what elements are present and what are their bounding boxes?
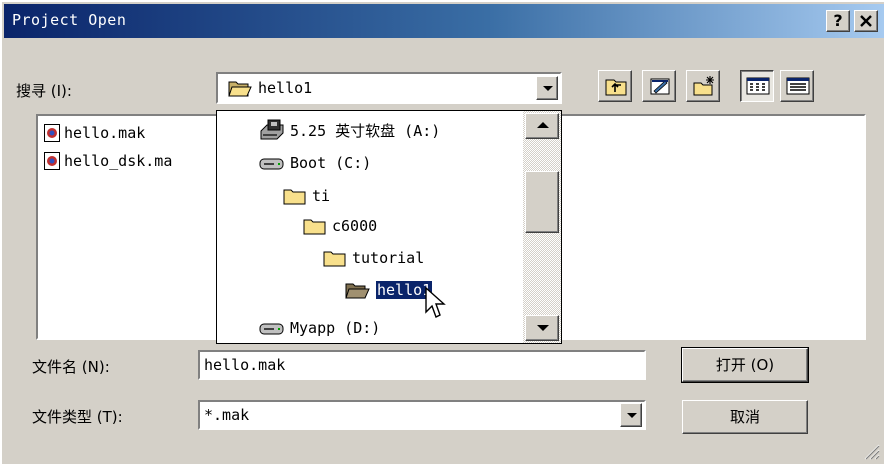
look-in-dropdown-button[interactable] [536,76,558,100]
open-folder-icon [345,283,370,299]
desktop-icon [650,78,670,95]
open-button[interactable]: 打开 (O) [681,347,809,383]
file-type-label: 文件类型 (T): [32,408,123,426]
dropdown-item-c6000[interactable]: c6000 [303,215,377,237]
file-type-combo[interactable]: *.mak [198,400,646,430]
dropdown-item-ti[interactable]: ti [283,185,330,207]
folder-icon [323,251,346,267]
dropdown-item-boot-c[interactable]: Boot (C:) [259,152,371,174]
up-folder-icon [605,79,627,96]
scroll-up-button[interactable] [525,113,559,139]
details-view-icon [786,77,810,95]
dropdown-item-tutorial[interactable]: tutorial [323,247,424,269]
look-in-dropdown-list[interactable]: 5.25 英寸软盘 (A:) Boot (C:) ti c6000 tutori… [216,110,562,344]
project-file-icon [44,124,60,142]
up-one-level-button[interactable] [598,70,632,102]
list-view-button[interactable] [740,70,774,102]
folder-icon [303,219,326,235]
list-view-icon [746,77,770,95]
dropdown-item-hello1[interactable]: hello1 [345,279,433,301]
scroll-thumb[interactable] [525,171,559,233]
new-folder-icon [693,76,714,96]
close-button[interactable] [854,10,878,32]
desktop-button[interactable] [642,70,676,102]
file-type-dropdown-button[interactable] [620,403,642,427]
cancel-button[interactable]: 取消 [682,400,808,434]
open-folder-icon [228,81,252,97]
list-item[interactable]: hello_dsk.ma [44,152,172,170]
look-in-label: 搜寻 (I): [16,82,72,100]
help-button[interactable]: ? [826,10,850,32]
details-view-button[interactable] [780,70,814,102]
project-file-icon [44,152,60,170]
title-bar[interactable]: Project Open ? [4,4,884,38]
dropdown-scrollbar[interactable] [523,111,561,343]
file-name: hello_dsk.ma [64,152,173,170]
folder-icon [283,189,306,205]
look-in-combo[interactable]: hello1 [216,72,562,104]
close-icon [860,15,872,27]
file-name: hello.mak [64,124,146,142]
look-in-value: hello1 [258,79,313,97]
file-name-label: 文件名 (N): [32,358,110,376]
hard-drive-icon [259,158,284,170]
list-item[interactable]: hello.mak [44,124,145,142]
hard-drive-icon [259,323,284,335]
scroll-down-button[interactable] [525,315,559,341]
dropdown-item-floppy[interactable]: 5.25 英寸软盘 (A:) [259,119,440,141]
new-folder-button[interactable] [686,70,720,102]
file-name-input[interactable]: hello.mak [198,350,646,380]
floppy-drive-icon [260,119,284,140]
dropdown-item-myapp-d[interactable]: Myapp (D:) [259,317,380,339]
mouse-pointer-icon [425,287,446,318]
project-open-dialog: Project Open ? 搜寻 (I): hello1 hello.mak … [0,0,884,464]
resize-grip-icon[interactable] [862,442,880,460]
window-title: Project Open [12,11,127,29]
